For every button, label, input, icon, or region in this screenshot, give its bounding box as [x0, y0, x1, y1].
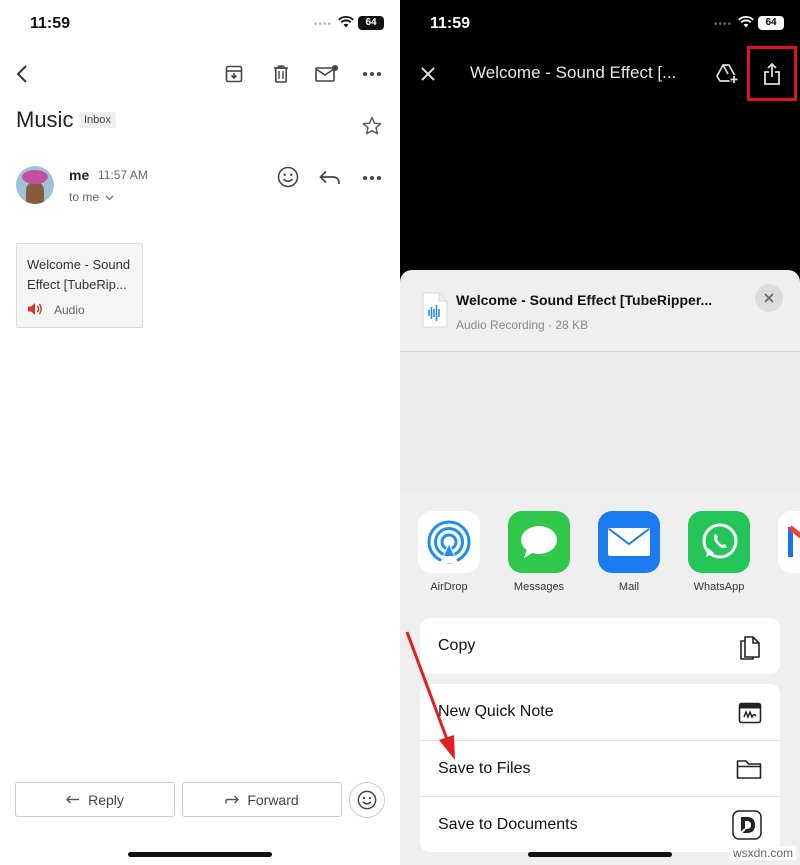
annotation-arrow [405, 631, 455, 760]
watermark: wsxdn.com [730, 846, 797, 860]
